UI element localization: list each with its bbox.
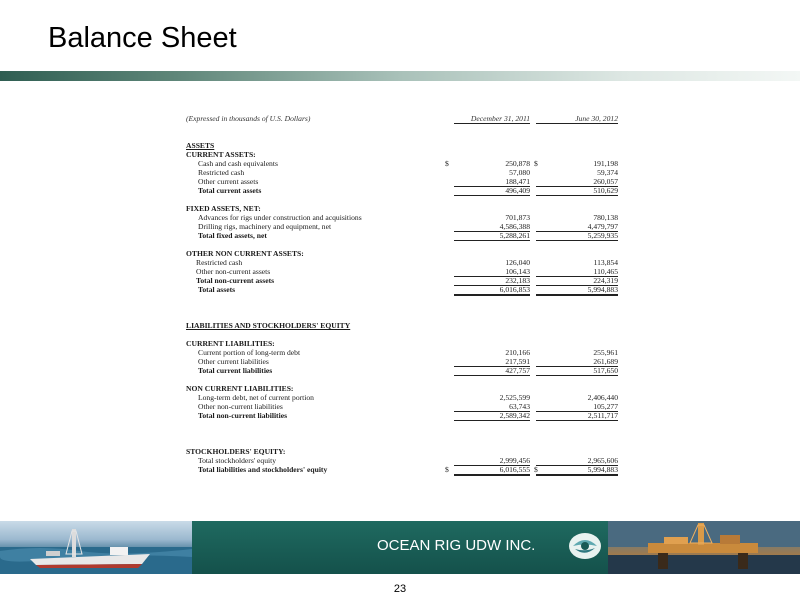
table-row: ASSETS: [186, 141, 618, 150]
column-header-prior: June 30, 2012: [536, 114, 618, 124]
row-label: Total current assets: [198, 186, 262, 195]
balance-sheet-table: (Expressed in thousands of U.S. Dollars)…: [186, 114, 618, 476]
table-row: Long-term debt, net of current portion 2,…: [186, 393, 618, 402]
table-row: Total liabilities and stockholders' equi…: [186, 465, 618, 476]
row-label: Cash and cash equivalents: [198, 159, 278, 168]
table-row: Other current assets 188,471 260,057: [186, 177, 618, 187]
table-row: Total assets 6,016,853 5,994,883: [186, 285, 618, 296]
row-label: CURRENT ASSETS:: [186, 150, 256, 159]
row-label: CURRENT LIABILITIES:: [186, 339, 275, 348]
row-label: Total non-current assets: [196, 276, 275, 285]
spacer-row: [186, 294, 618, 321]
value-prior: 255,961: [593, 348, 618, 357]
row-label: FIXED ASSETS, NET:: [186, 204, 261, 213]
footer-rig-photo: [608, 521, 800, 574]
spacer-row: [186, 240, 618, 249]
value-current: 701,873: [505, 213, 530, 222]
balance-sheet-rows: ASSETS CURRENT ASSETS: Cash and cash equiv…: [186, 141, 618, 476]
table-row: Total current liabilities 427,757 517,650: [186, 366, 618, 376]
table-row: Cash and cash equivalents $ $250,878 191,19…: [186, 159, 618, 168]
value-prior: 780,138: [593, 213, 618, 222]
row-label: OTHER NON CURRENT ASSETS:: [186, 249, 304, 258]
unit-note: (Expressed in thousands of U.S. Dollars): [186, 114, 311, 123]
title-divider-bar: [0, 71, 800, 81]
company-logo: [567, 531, 603, 561]
value-prior: 191,198: [593, 159, 618, 168]
table-row: CURRENT LIABILITIES:: [186, 339, 618, 348]
value-current: 2,525,599: [499, 393, 530, 402]
table-row: OTHER NON CURRENT ASSETS:: [186, 249, 618, 258]
value-prior: 2,406,440: [587, 393, 618, 402]
table-row: FIXED ASSETS, NET:: [186, 204, 618, 213]
table-row: STOCKHOLDERS' EQUITY:: [186, 447, 618, 456]
row-label: ASSETS: [186, 141, 215, 150]
value-current: 210,166: [505, 348, 530, 357]
column-header-current: December 31, 2011: [454, 114, 530, 124]
row-label: LIABILITIES AND STOCKHOLDERS' EQUITY: [186, 321, 351, 330]
row-label: Restricted cash: [198, 168, 245, 177]
row-label: Other current liabilities: [198, 357, 269, 366]
row-label: Other non-current liabilities: [198, 402, 283, 411]
row-label: Restricted cash: [196, 258, 243, 267]
row-label: Advances for rigs under construction and…: [198, 213, 362, 222]
row-label: Total fixed assets, net: [198, 231, 267, 240]
table-row: CURRENT ASSETS:: [186, 150, 618, 159]
row-label: Current portion of long-term debt: [198, 348, 301, 357]
table-row: LIABILITIES AND STOCKHOLDERS' EQUITY: [186, 321, 618, 330]
table-row: Total current assets 496,409 510,629: [186, 186, 618, 196]
value-prior: 113,854: [593, 258, 618, 267]
table-row: Total non-current liabilities 2,589,342 2,…: [186, 411, 618, 421]
column-header-row: (Expressed in thousands of U.S. Dollars)…: [186, 114, 618, 124]
row-label: Total stockholders' equity: [198, 456, 277, 465]
company-name: OCEAN RIG UDW INC.: [377, 537, 536, 554]
table-row: Other non-current liabilities 63,743 105,2…: [186, 402, 618, 412]
table-row: Total non-current assets 232,183 224,319: [186, 276, 618, 286]
row-label: Total assets: [198, 285, 236, 294]
row-label: NON CURRENT LIABILITIES:: [186, 384, 294, 393]
row-label: Drilling rigs, machinery and equipment, …: [198, 222, 332, 231]
row-label: Total current liabilities: [198, 366, 273, 375]
table-row: Other non-current assets 106,143 110,465: [186, 267, 618, 277]
table-row: Other current liabilities 217,591 261,689: [186, 357, 618, 367]
currency-symbol: $: [445, 159, 449, 168]
spacer-row: [186, 195, 618, 204]
value-prior: 5,994,883: [536, 465, 618, 476]
page-number: 23: [393, 583, 407, 595]
spacer-row: [186, 330, 618, 339]
spacer-row: [186, 420, 618, 447]
row-label: Other current assets: [198, 177, 259, 186]
value-current: 6,016,555: [454, 465, 530, 476]
table-row: NON CURRENT LIABILITIES:: [186, 384, 618, 393]
table-row: Advances for rigs under construction and…: [186, 213, 618, 222]
value-current: 126,040: [505, 258, 530, 267]
currency-symbol: $: [445, 465, 449, 474]
table-row: Total stockholders' equity 2,999,456 2,965…: [186, 456, 618, 466]
row-label: Total non-current liabilities: [198, 411, 288, 420]
row-label: Total liabilities and stockholders' equi…: [198, 465, 328, 474]
footer-drillship-photo: [0, 521, 192, 574]
table-row: Current portion of long-term debt 210,166…: [186, 348, 618, 357]
spacer-row: [186, 375, 618, 384]
row-label: Long-term debt, net of current portion: [198, 393, 314, 402]
table-row: Total fixed assets, net 5,288,261 5,259,93…: [186, 231, 618, 241]
table-row: Restricted cash 57,080 59,374: [186, 168, 618, 177]
table-row: Restricted cash 126,040 113,854: [186, 258, 618, 267]
value-prior: 59,374: [597, 168, 618, 177]
page-title: Balance Sheet: [48, 22, 237, 54]
value-current: 250,878: [505, 159, 530, 168]
table-row: Drilling rigs, machinery and equipment, …: [186, 222, 618, 232]
value-current: 57,080: [509, 168, 530, 177]
row-label: STOCKHOLDERS' EQUITY:: [186, 447, 286, 456]
row-label: Other non-current assets: [196, 267, 271, 276]
